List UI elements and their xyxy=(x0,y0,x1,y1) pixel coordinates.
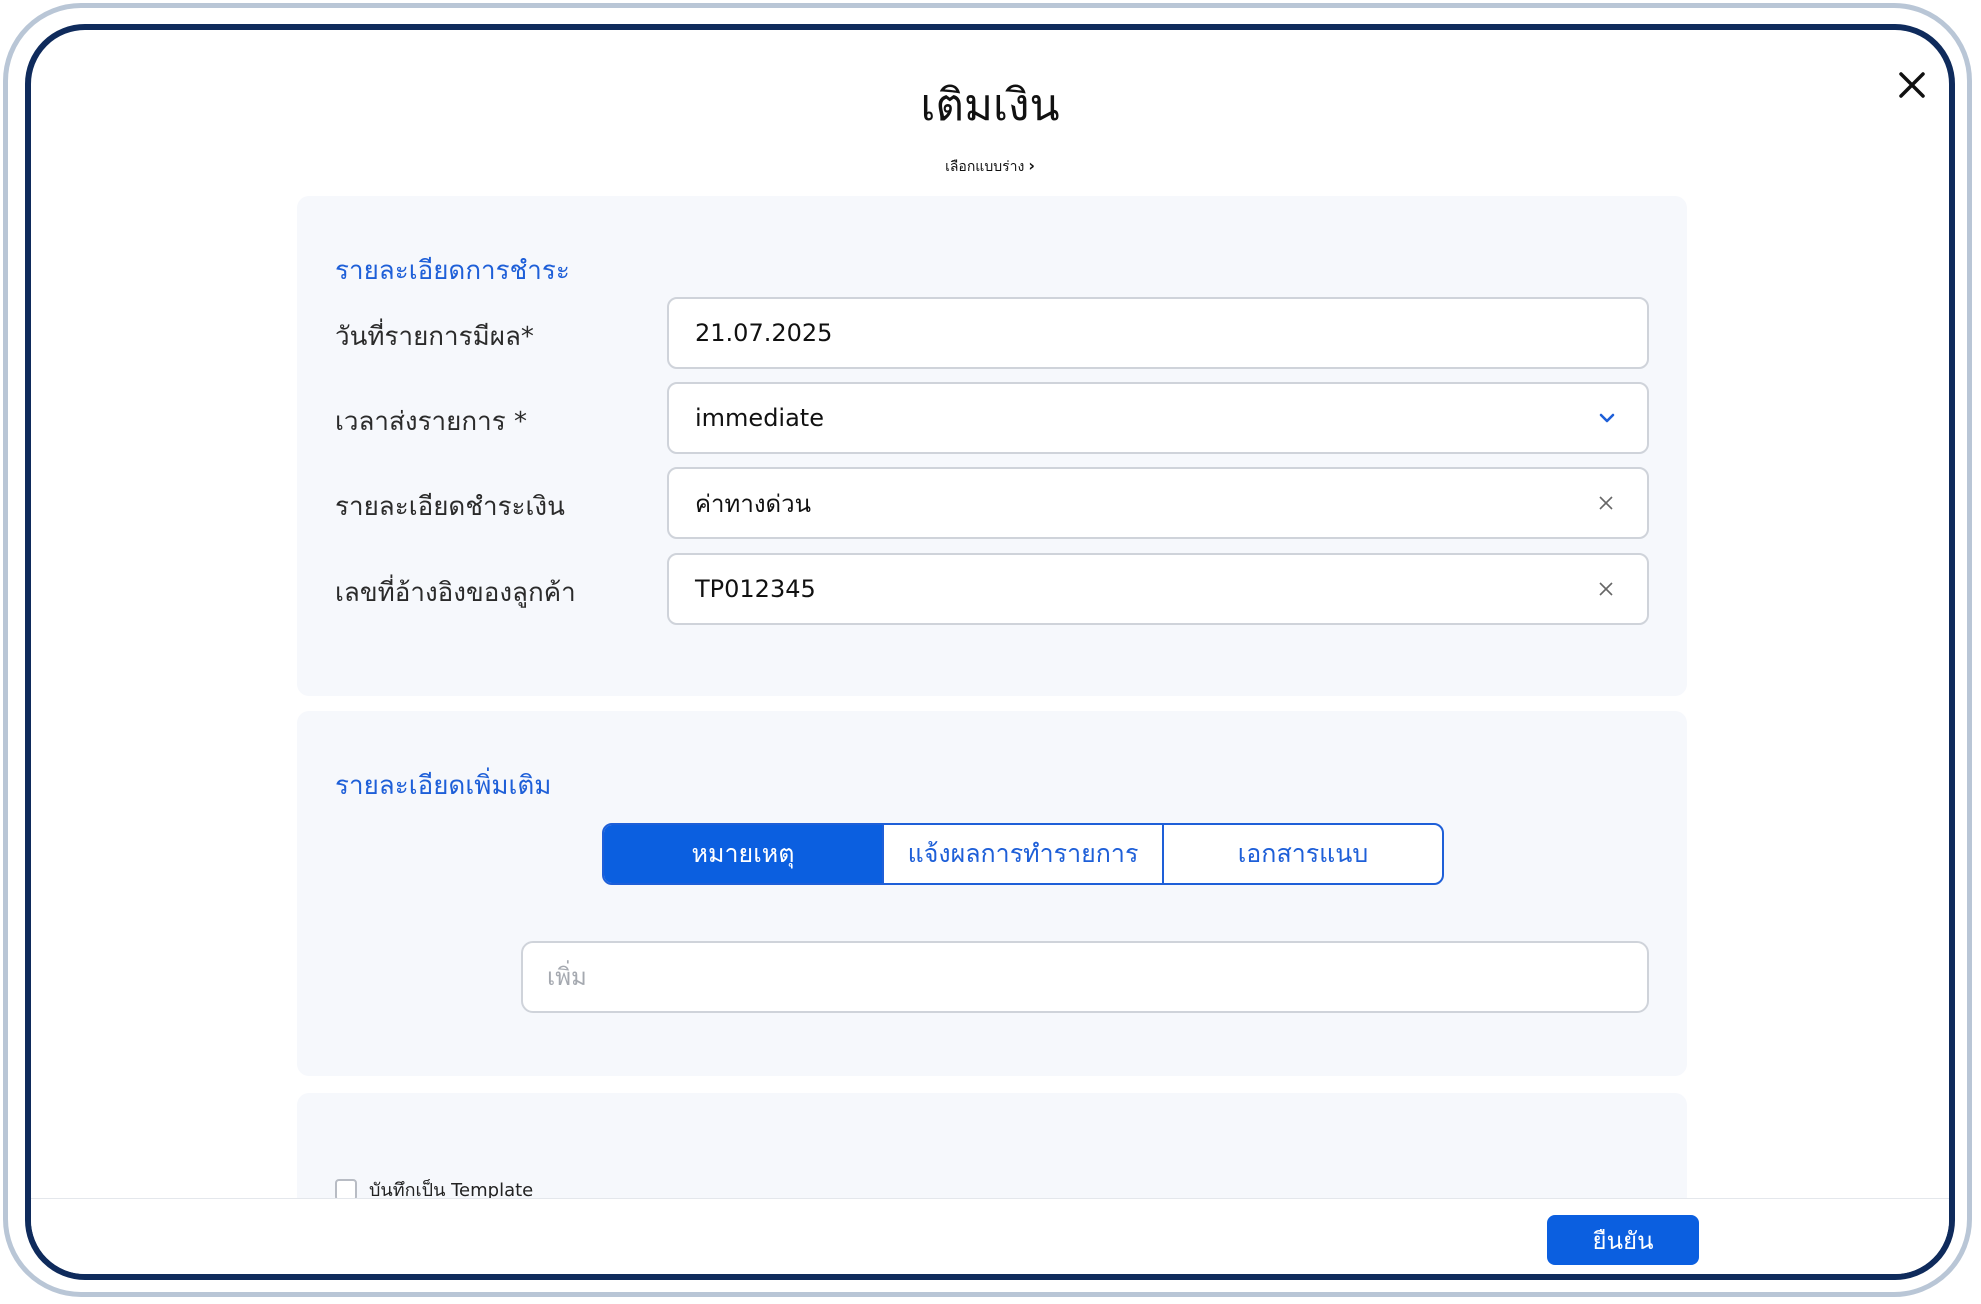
clear-icon[interactable] xyxy=(1591,574,1621,604)
customer-reference-value: TP012345 xyxy=(695,575,816,603)
effective-date-label: วันที่รายการมีผล* xyxy=(335,322,534,352)
payment-details-title: รายละเอียดการชำระ xyxy=(335,256,570,286)
additional-details-tabs: หมายเหตุ แจ้งผลการทำรายการ เอกสารแนบ xyxy=(602,823,1444,885)
dialog: เติมเงิน เลือกแบบร่าง › รายละเอียดการชำระ… xyxy=(25,24,1955,1280)
tab-note[interactable]: หมายเหตุ xyxy=(604,825,884,883)
effective-date-field[interactable]: 21.07.2025 xyxy=(667,297,1649,369)
customer-reference-field[interactable]: TP012345 xyxy=(667,553,1649,625)
chevron-down-icon[interactable] xyxy=(1593,404,1621,432)
tab-transaction-notification[interactable]: แจ้งผลการทำรายการ xyxy=(884,825,1164,883)
payment-description-value: ค่าทางด่วน xyxy=(695,489,812,518)
dialog-title: เติมเงิน xyxy=(920,80,1060,131)
send-time-label: เวลาส่งรายการ * xyxy=(335,407,527,437)
additional-details-title: รายละเอียดเพิ่มเติม xyxy=(335,771,552,801)
close-icon xyxy=(1899,72,1925,98)
send-time-value: immediate xyxy=(695,404,824,432)
dialog-footer: ยืนยัน xyxy=(31,1198,1949,1274)
close-button[interactable] xyxy=(1889,62,1935,108)
clear-icon[interactable] xyxy=(1591,488,1621,518)
tab-attachments[interactable]: เอกสารแนบ xyxy=(1164,825,1442,883)
select-draft-label: เลือกแบบร่าง xyxy=(945,159,1025,175)
payment-details-card: รายละเอียดการชำระ วันที่รายการมีผล* 21.0… xyxy=(297,196,1687,696)
confirm-button[interactable]: ยืนยัน xyxy=(1547,1215,1699,1265)
send-time-select[interactable]: immediate xyxy=(667,382,1649,454)
effective-date-value: 21.07.2025 xyxy=(695,319,833,347)
additional-details-card: รายละเอียดเพิ่มเติม หมายเหตุ แจ้งผลการทำ… xyxy=(297,711,1687,1076)
customer-reference-label: เลขที่อ้างอิงของลูกค้า xyxy=(335,578,576,608)
select-draft-link[interactable]: เลือกแบบร่าง › xyxy=(31,156,1949,178)
payment-description-field[interactable]: ค่าทางด่วน xyxy=(667,467,1649,539)
note-input[interactable] xyxy=(521,941,1649,1013)
payment-description-label: รายละเอียดชำระเงิน xyxy=(335,492,565,522)
chevron-right-icon: › xyxy=(1028,156,1035,175)
